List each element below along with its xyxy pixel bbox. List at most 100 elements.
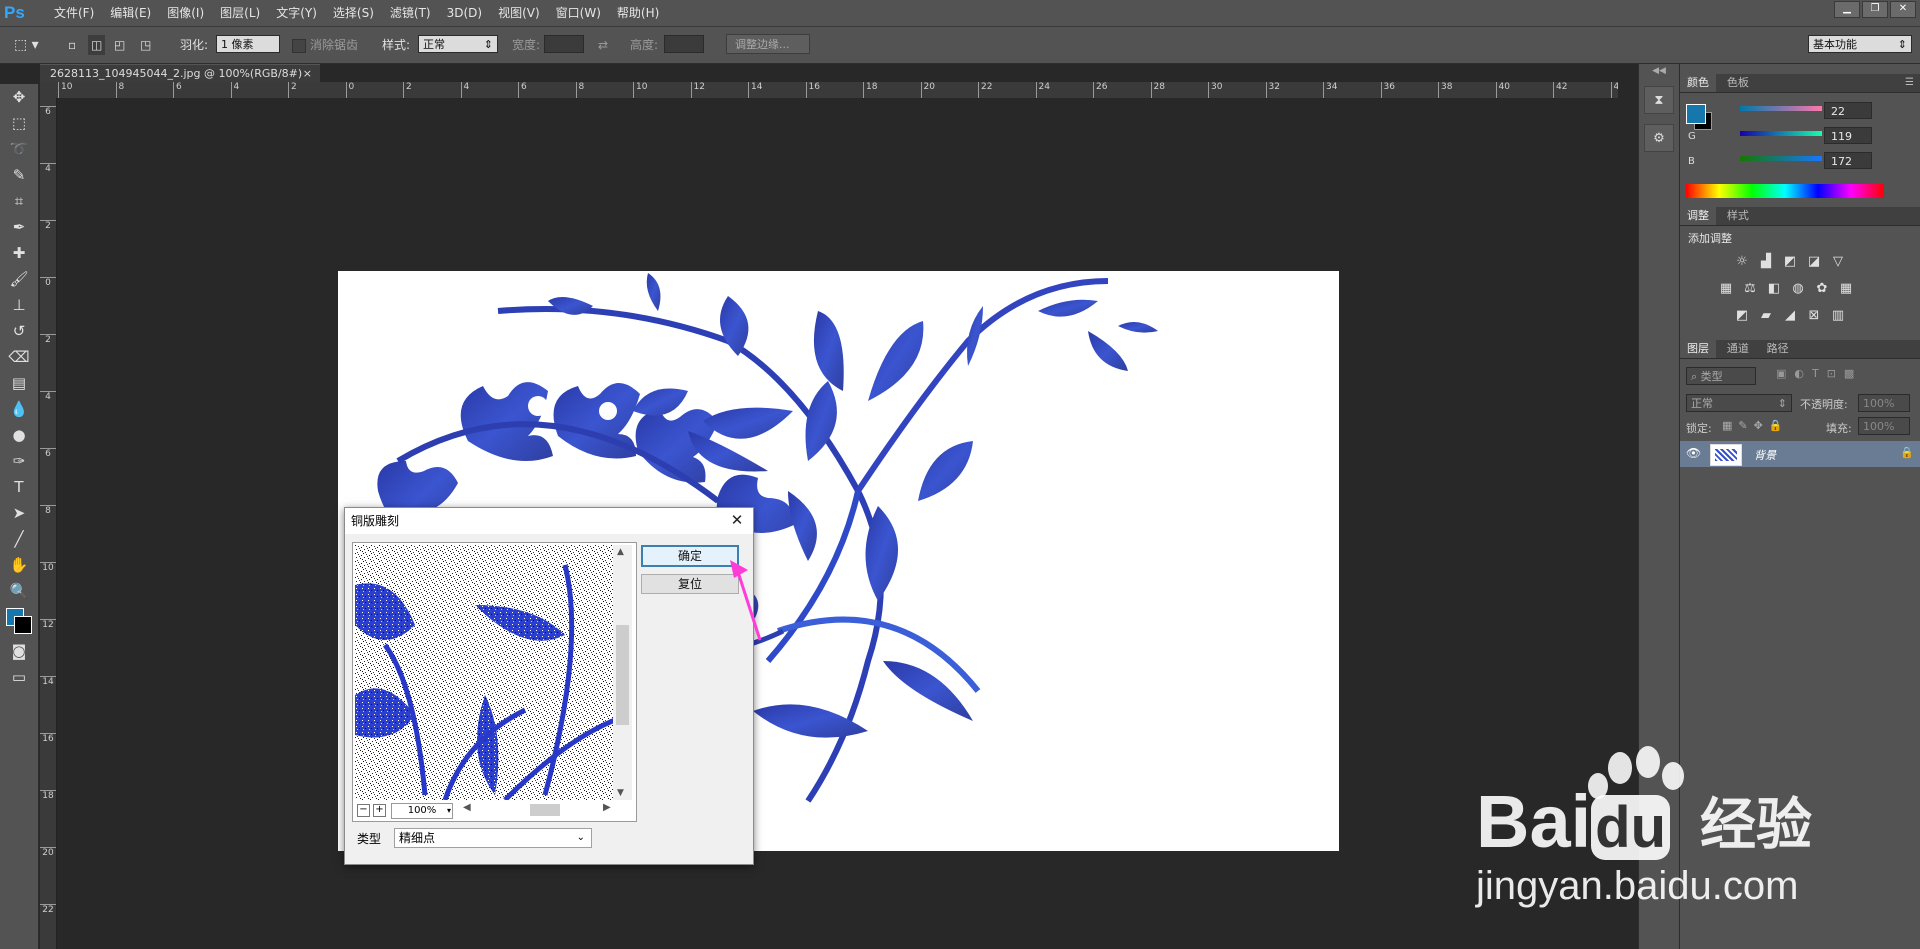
menu-item[interactable]: 窗口(W) bbox=[548, 0, 609, 26]
pen-tool-icon[interactable]: ✑ bbox=[0, 448, 38, 474]
dialog-close-icon[interactable]: ✕ bbox=[727, 510, 747, 530]
document-tab[interactable]: 2628113_104945044_2.jpg @ 100%(RGB/8#) × bbox=[40, 64, 320, 82]
invert-icon[interactable]: ◩ bbox=[1734, 308, 1750, 324]
selective-color-icon[interactable]: ⊠ bbox=[1806, 308, 1822, 324]
type-tool-icon[interactable]: T bbox=[0, 474, 38, 500]
tab-swatches[interactable]: 色板 bbox=[1720, 74, 1756, 92]
menu-item[interactable]: 帮助(H) bbox=[609, 0, 667, 26]
layer-filter-icons[interactable]: ▣◐T⊡▩ bbox=[1776, 367, 1862, 380]
history-panel-icon[interactable]: ⧗ bbox=[1644, 86, 1674, 114]
black-white-icon[interactable]: ◧ bbox=[1766, 281, 1782, 297]
menu-item[interactable]: 图层(L) bbox=[212, 0, 268, 26]
zoom-out-button[interactable]: − bbox=[357, 804, 370, 817]
lasso-tool-icon[interactable]: ➰ bbox=[0, 136, 38, 162]
foreground-color-swatch[interactable] bbox=[1686, 104, 1706, 124]
color-spectrum-ramp[interactable] bbox=[1686, 184, 1884, 198]
layer-row[interactable]: 👁 背景 🔒 bbox=[1680, 441, 1920, 467]
marquee-tool-preset-icon[interactable]: ⬚ ▾ bbox=[14, 35, 39, 55]
exposure-icon[interactable]: ◪ bbox=[1806, 254, 1822, 270]
tab-styles[interactable]: 样式 bbox=[1720, 207, 1756, 225]
curves-icon[interactable]: ◩ bbox=[1782, 254, 1798, 270]
horizontal-scroll-thumb[interactable] bbox=[530, 804, 560, 816]
tab-channels[interactable]: 通道 bbox=[1720, 340, 1756, 358]
add-to-selection-icon[interactable]: ◫ bbox=[88, 35, 106, 55]
blend-mode-select[interactable]: 正常 ⇕ bbox=[1686, 394, 1792, 412]
path-selection-tool-icon[interactable]: ➤ bbox=[0, 500, 38, 526]
lock-icons[interactable]: ▦✎✥🔒 bbox=[1722, 419, 1789, 432]
r-input[interactable]: 22 bbox=[1824, 102, 1872, 119]
menu-item[interactable]: 视图(V) bbox=[490, 0, 548, 26]
new-selection-icon[interactable]: ▫ bbox=[68, 35, 76, 55]
line-tool-icon[interactable]: ╱ bbox=[0, 526, 38, 552]
color-lookup-icon[interactable]: ▦ bbox=[1838, 281, 1854, 297]
restore-icon[interactable]: ❐ bbox=[1862, 1, 1888, 18]
menu-item[interactable]: 文件(F) bbox=[46, 0, 102, 26]
scroll-up-icon[interactable]: ▲ bbox=[617, 547, 624, 557]
b-input[interactable]: 172 bbox=[1824, 152, 1872, 169]
fill-input[interactable]: 100% bbox=[1858, 417, 1910, 435]
g-input[interactable]: 119 bbox=[1824, 127, 1872, 144]
healing-brush-tool-icon[interactable]: ✚ bbox=[0, 240, 38, 266]
brush-tool-icon[interactable]: 🖌 bbox=[0, 266, 38, 292]
preview-vertical-scrollbar[interactable]: ▲ ▼ bbox=[613, 545, 632, 800]
brightness-icon[interactable]: ☼ bbox=[1734, 254, 1750, 270]
tab-color[interactable]: 颜色 bbox=[1680, 74, 1716, 92]
marquee-tool-icon[interactable]: ⬚ bbox=[0, 110, 38, 136]
tab-paths[interactable]: 路径 bbox=[1760, 340, 1796, 358]
vibrance-icon[interactable]: ▽ bbox=[1830, 254, 1846, 270]
quick-selection-tool-icon[interactable]: ✎ bbox=[0, 162, 38, 188]
style-select[interactable]: 正常 ⇕ bbox=[418, 35, 498, 53]
eyedropper-tool-icon[interactable]: ✒ bbox=[0, 214, 38, 240]
close-icon[interactable]: ✕ bbox=[1890, 1, 1916, 18]
gradient-tool-icon[interactable]: ▤ bbox=[0, 370, 38, 396]
levels-icon[interactable]: ▟ bbox=[1758, 254, 1774, 270]
opacity-input[interactable]: 100% bbox=[1858, 394, 1910, 412]
eraser-tool-icon[interactable]: ⌫ bbox=[0, 344, 38, 370]
screen-mode-icon[interactable]: ▭ bbox=[0, 664, 38, 690]
crop-tool-icon[interactable]: ⌗ bbox=[0, 188, 38, 214]
history-brush-tool-icon[interactable]: ↺ bbox=[0, 318, 38, 344]
zoom-in-button[interactable]: + bbox=[373, 804, 386, 817]
color-balance-icon[interactable]: ⚖ bbox=[1742, 281, 1758, 297]
b-slider[interactable] bbox=[1740, 156, 1822, 161]
menu-item[interactable]: 选择(S) bbox=[325, 0, 382, 26]
menu-item[interactable]: 编辑(E) bbox=[102, 0, 159, 26]
tab-adjustments[interactable]: 调整 bbox=[1680, 207, 1716, 225]
menu-item[interactable]: 3D(D) bbox=[439, 0, 490, 26]
clone-stamp-tool-icon[interactable]: ⊥ bbox=[0, 292, 38, 318]
swap-dimensions-icon[interactable]: ⇄ bbox=[598, 35, 608, 55]
panel-menu-icon[interactable]: ☰ bbox=[1905, 74, 1914, 92]
scroll-left-icon[interactable]: ◀ bbox=[463, 802, 471, 813]
close-document-icon[interactable]: × bbox=[303, 65, 312, 83]
zoom-tool-icon[interactable]: 🔍 bbox=[0, 578, 38, 604]
move-tool-icon[interactable]: ✥ bbox=[0, 84, 38, 110]
menu-item[interactable]: 文字(Y) bbox=[268, 0, 325, 26]
properties-panel-icon[interactable]: ⚙ bbox=[1644, 124, 1674, 152]
scroll-right-icon[interactable]: ▶ bbox=[603, 802, 611, 813]
quick-mask-icon[interactable]: ◙ bbox=[0, 638, 38, 664]
hand-tool-icon[interactable]: ✋ bbox=[0, 552, 38, 578]
scroll-thumb[interactable] bbox=[616, 625, 629, 725]
hue-saturation-icon[interactable]: ▦ bbox=[1718, 281, 1734, 297]
gradient-map-icon[interactable]: ▥ bbox=[1830, 308, 1846, 324]
subtract-selection-icon[interactable]: ◰ bbox=[114, 35, 125, 55]
minimize-icon[interactable]: ▁ bbox=[1834, 1, 1860, 18]
collapse-dock-icon[interactable]: ◀◀ bbox=[1639, 66, 1679, 76]
workspace-select[interactable]: 基本功能 ⇕ bbox=[1808, 35, 1912, 53]
photo-filter-icon[interactable]: ◍ bbox=[1790, 281, 1806, 297]
menu-item[interactable]: 滤镜(T) bbox=[382, 0, 439, 26]
channel-mixer-icon[interactable]: ✿ bbox=[1814, 281, 1830, 297]
antialias-checkbox[interactable] bbox=[292, 39, 306, 53]
background-color-swatch[interactable] bbox=[14, 616, 32, 634]
width-input[interactable] bbox=[544, 35, 584, 53]
height-input[interactable] bbox=[664, 35, 704, 53]
zoom-level-field[interactable]: 100% ▾ bbox=[391, 803, 453, 819]
filter-preview[interactable] bbox=[355, 545, 613, 800]
feather-input[interactable]: 1 像素 bbox=[216, 35, 280, 53]
menu-item[interactable]: 图像(I) bbox=[159, 0, 212, 26]
intersect-selection-icon[interactable]: ◳ bbox=[140, 35, 151, 55]
layer-filter-select[interactable]: ⌕ 类型 bbox=[1686, 367, 1756, 385]
tab-layers[interactable]: 图层 bbox=[1680, 340, 1716, 358]
color-swatches[interactable] bbox=[0, 604, 38, 638]
posterize-icon[interactable]: ▰ bbox=[1758, 308, 1774, 324]
